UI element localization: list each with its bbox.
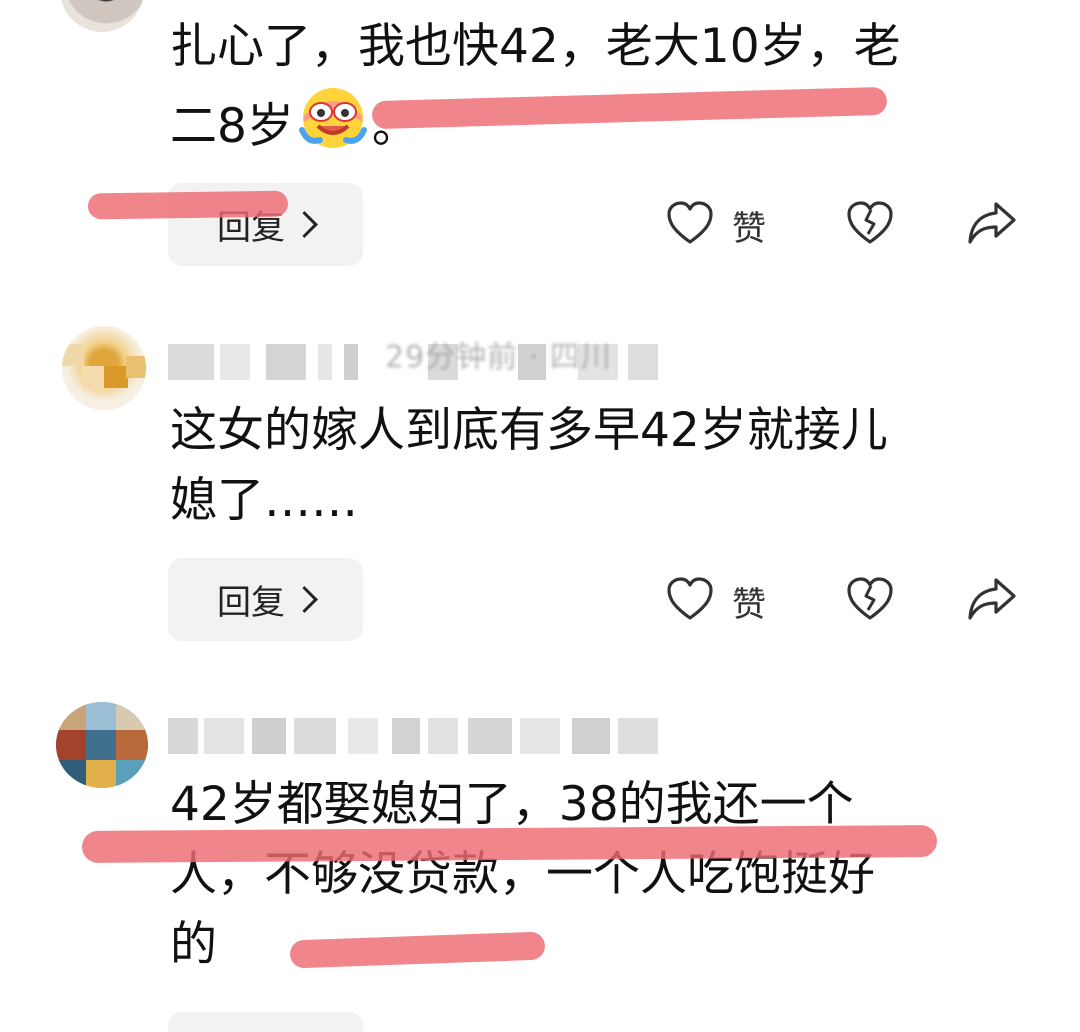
username-blurred (168, 718, 688, 754)
avatar[interactable] (62, 326, 146, 410)
like-button[interactable]: 赞 (666, 576, 766, 626)
like-button[interactable]: 赞 (666, 200, 766, 250)
chevron-right-icon (291, 211, 318, 238)
broken-heart-icon (846, 200, 894, 250)
comment-line: 这女的嫁人到底有多早42岁就接儿 (170, 403, 888, 458)
crying-laugh-emoji-icon (298, 82, 368, 152)
share-arrow-icon (966, 200, 1018, 250)
chevron-right-icon (291, 586, 318, 613)
like-label: 赞 (732, 208, 766, 249)
dislike-button[interactable] (846, 200, 894, 250)
share-button[interactable] (966, 200, 1018, 250)
red-marker-stroke (81, 825, 938, 863)
heart-outline-icon (666, 200, 714, 250)
comment-text: 扎心了，我也快42，老大10岁，老 二8岁 。 (170, 12, 1010, 162)
like-label: 赞 (732, 584, 766, 625)
reply-label: 回复 (217, 583, 285, 623)
share-arrow-icon (966, 576, 1018, 626)
broken-heart-icon (846, 576, 894, 626)
reply-button-partial[interactable] (168, 1012, 363, 1032)
dislike-button[interactable] (846, 576, 894, 626)
avatar[interactable] (56, 702, 148, 788)
avatar[interactable] (60, 0, 144, 32)
red-marker-stroke (87, 190, 289, 220)
comment-line-part: 二8岁 (170, 99, 294, 154)
heart-outline-icon (666, 576, 714, 626)
comment-meta: 29分钟前 · 四川 (385, 340, 612, 375)
comment-text: 这女的嫁人到底有多早42岁就接儿 媳了…… (170, 396, 1010, 536)
comment-line: 媳了…… (170, 473, 358, 528)
comment-line: 扎心了，我也快42，老大10岁，老 (170, 19, 901, 74)
share-button[interactable] (966, 576, 1018, 626)
reply-button[interactable]: 回复 (168, 558, 363, 641)
